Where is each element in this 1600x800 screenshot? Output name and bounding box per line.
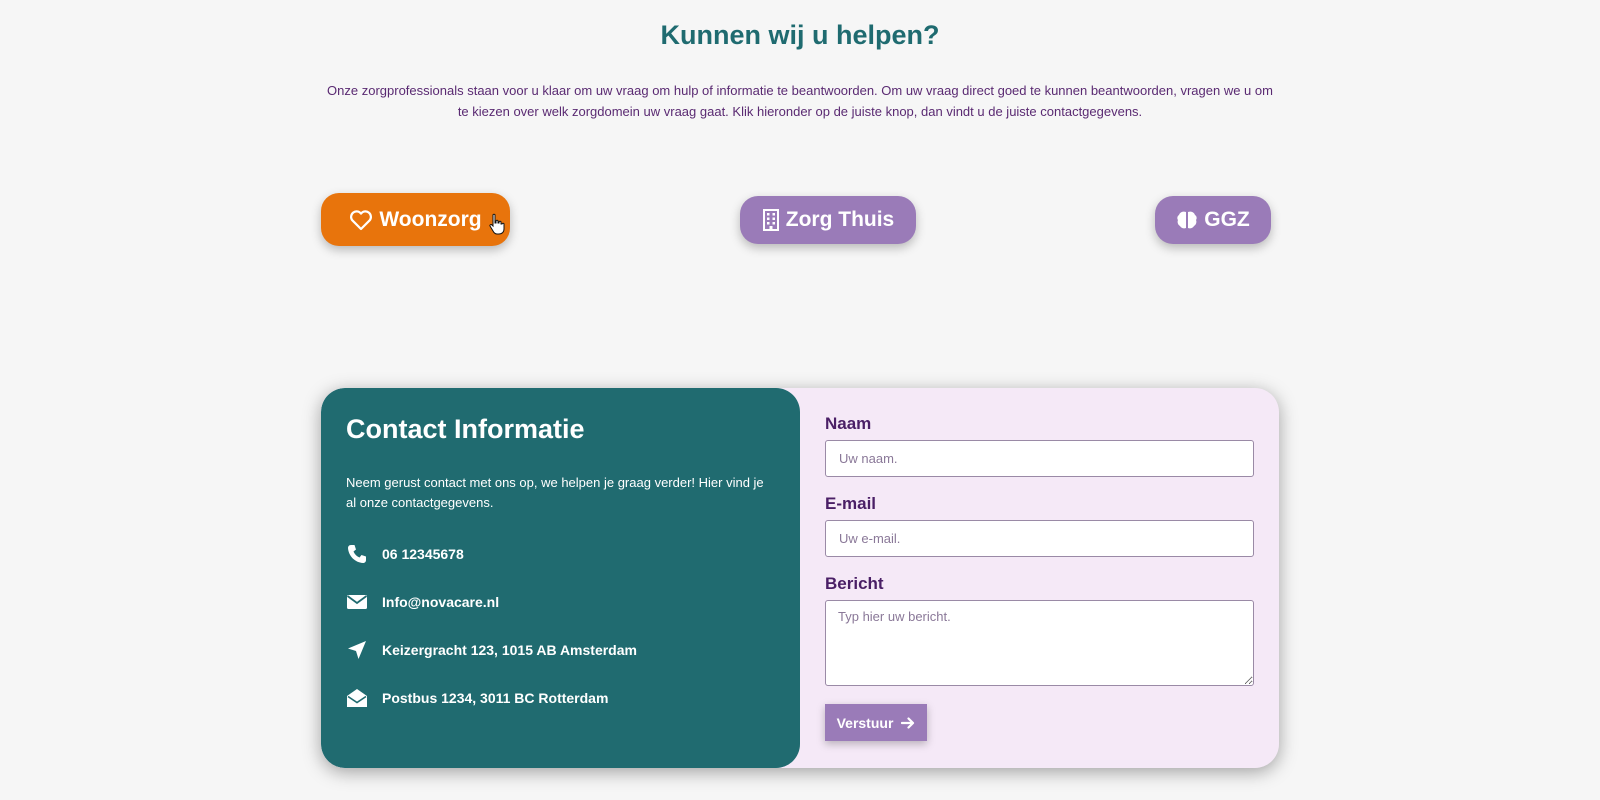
- intro-text: Onze zorgprofessionals staan voor u klaa…: [327, 83, 1273, 119]
- phone-icon: [346, 543, 368, 565]
- contact-card: Contact Informatie Neem gerust contact m…: [321, 388, 1279, 768]
- submit-label: Verstuur: [836, 714, 894, 731]
- contact-email-row: Info@novacare.nl: [346, 591, 499, 613]
- ggz-button[interactable]: GGZ: [1155, 196, 1271, 244]
- name-input[interactable]: [825, 440, 1254, 477]
- contact-postbus-row: Postbus 1234, 3011 BC Rotterdam: [346, 687, 608, 709]
- location-arrow-icon: [346, 639, 368, 661]
- heart-icon: [350, 209, 373, 230]
- message-label: Bericht: [825, 574, 884, 593]
- brain-icon: [1177, 211, 1197, 229]
- contact-address-row: Keizergracht 123, 1015 AB Amsterdam: [346, 639, 637, 661]
- contact-info-panel: Contact Informatie Neem gerust contact m…: [321, 388, 800, 768]
- contact-phone: 06 12345678: [382, 546, 464, 562]
- page-title: Kunnen wij u helpen?: [660, 20, 940, 50]
- contact-info-text: Neem gerust contact met ons op, we helpe…: [346, 475, 764, 510]
- name-label: Naam: [825, 414, 872, 433]
- contact-email: Info@novacare.nl: [382, 594, 500, 610]
- hand-cursor-icon: [489, 213, 505, 235]
- ggz-label: GGZ: [1204, 208, 1250, 231]
- woonzorg-button[interactable]: Woonzorg: [321, 193, 510, 246]
- contact-phone-row: 06 12345678: [346, 543, 464, 565]
- contact-info-title: Contact Informatie: [346, 414, 585, 444]
- building-icon: [762, 209, 779, 231]
- zorg-thuis-label: Zorg Thuis: [785, 208, 895, 231]
- message-textarea[interactable]: [825, 600, 1254, 686]
- envelope-icon: [346, 591, 368, 613]
- submit-button[interactable]: Verstuur: [825, 704, 927, 741]
- zorg-thuis-button[interactable]: Zorg Thuis: [740, 196, 916, 244]
- email-label: E-mail: [825, 494, 877, 513]
- email-input[interactable]: [825, 520, 1254, 557]
- open-envelope-icon: [346, 687, 368, 709]
- contact-form: Naam E-mail Bericht Verstuur: [800, 388, 1279, 768]
- contact-postbus: Postbus 1234, 3011 BC Rotterdam: [382, 690, 609, 706]
- arrow-right-icon: [901, 716, 915, 729]
- contact-address: Keizergracht 123, 1015 AB Amsterdam: [382, 642, 637, 658]
- woonzorg-label: Woonzorg: [379, 207, 482, 231]
